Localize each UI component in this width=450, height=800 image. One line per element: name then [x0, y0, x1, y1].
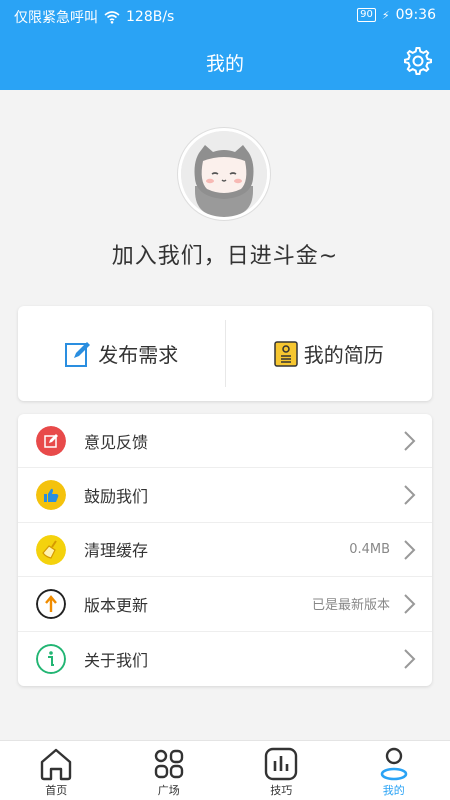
post-request-label: 发布需求	[98, 343, 179, 367]
menu-item-clear-cache[interactable]: 清理缓存 0.4MB	[18, 523, 432, 578]
update-arrow-icon	[36, 589, 66, 620]
home-icon	[41, 748, 72, 781]
my-resume-button[interactable]: 我的简历	[226, 306, 433, 401]
network-speed: 128B/s	[126, 9, 175, 25]
person-icon	[380, 747, 408, 781]
menu-label: 鼓励我们	[84, 487, 149, 507]
gear-icon[interactable]	[402, 45, 432, 75]
battery-icon: 90	[357, 8, 376, 22]
tab-label: 我的	[382, 784, 405, 797]
clock: 09:36	[395, 7, 436, 23]
menu-label: 关于我们	[84, 650, 149, 670]
wifi-icon	[104, 11, 120, 24]
carrier-text: 仅限紧急呼叫	[14, 10, 98, 26]
menu-item-version-update[interactable]: 版本更新 已是最新版本	[18, 577, 432, 632]
cache-size: 0.4MB	[349, 541, 390, 557]
settings-menu: 意见反馈 鼓励我们 清理缓存 0.4MB 版本更新 已是最新版本 关于我们	[18, 414, 432, 686]
tab-label: 技巧	[270, 784, 293, 797]
menu-item-about[interactable]: 关于我们	[18, 632, 432, 686]
status-bar: 仅限紧急呼叫 128B/s 90 ⚡ 09:36	[0, 0, 450, 32]
tab-square[interactable]: 广场	[113, 741, 226, 800]
slogan-text: 加入我们，日进斗金~	[111, 244, 339, 269]
menu-item-feedback[interactable]: 意见反馈	[18, 414, 432, 469]
tab-label: 首页	[45, 784, 68, 797]
chevron-right-icon	[404, 648, 416, 669]
tab-tips[interactable]: 技巧	[225, 741, 338, 800]
cat-avatar-icon	[181, 131, 267, 217]
menu-label: 清理缓存	[84, 541, 149, 561]
menu-label: 版本更新	[84, 595, 149, 615]
chevron-right-icon	[404, 540, 416, 560]
chart-icon	[265, 747, 298, 781]
action-card: 发布需求 我的简历	[18, 306, 432, 401]
bottom-tab-bar: 首页 广场 技巧 我的	[0, 740, 450, 800]
chevron-right-icon	[404, 594, 416, 614]
tab-mine[interactable]: 我的	[338, 741, 450, 800]
grid-icon	[154, 749, 183, 779]
tab-label: 广场	[157, 784, 180, 797]
info-icon	[36, 643, 66, 674]
resume-icon	[274, 340, 298, 367]
page-title: 我的	[205, 53, 244, 75]
edit-icon	[65, 341, 91, 367]
avatar[interactable]	[178, 128, 270, 220]
chevron-right-icon	[404, 431, 416, 451]
menu-label: 意见反馈	[84, 432, 149, 452]
thumbs-up-icon	[36, 480, 66, 511]
broom-icon	[36, 534, 66, 565]
tab-home[interactable]: 首页	[0, 741, 113, 800]
chevron-right-icon	[404, 485, 416, 506]
menu-item-encourage[interactable]: 鼓励我们	[18, 468, 432, 523]
feedback-icon	[36, 426, 66, 456]
version-status: 已是最新版本	[311, 598, 390, 614]
charging-icon: ⚡	[381, 8, 390, 22]
header: 我的	[0, 32, 450, 90]
post-request-button[interactable]: 发布需求	[18, 306, 225, 401]
my-resume-label: 我的简历	[303, 343, 384, 367]
